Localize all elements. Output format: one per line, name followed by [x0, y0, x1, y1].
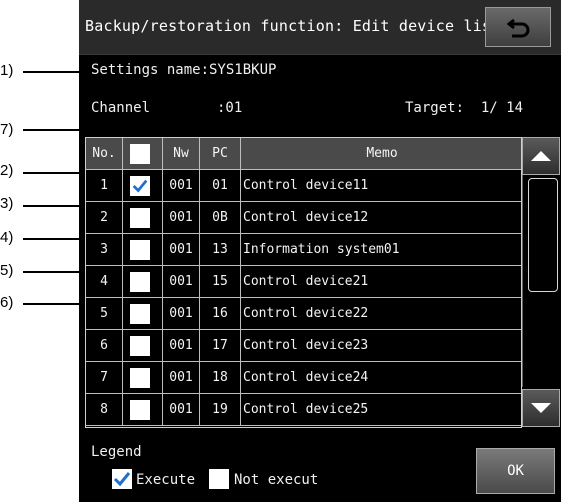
cell-no: 6 [86, 330, 123, 361]
cell-no: 8 [86, 394, 123, 425]
cell-nw: 001 [163, 202, 200, 233]
cell-pc: 01 [200, 170, 241, 201]
channel-label: Channel [91, 100, 151, 116]
device-table: No. Nw PC Memo 1 001 01 Control device11 2 00… [85, 137, 522, 428]
table-header: No. Nw PC Memo [86, 138, 521, 170]
callout-2: 2) [0, 162, 14, 179]
cell-select[interactable] [123, 234, 163, 265]
callout-7: 7) [0, 121, 14, 138]
check-icon [113, 472, 131, 487]
cell-select[interactable] [123, 330, 163, 361]
cell-select[interactable] [123, 170, 163, 201]
ok-button[interactable]: OK [476, 448, 555, 494]
check-icon [132, 179, 148, 193]
cell-memo: Control device11 [243, 178, 369, 193]
row-checkbox[interactable] [130, 240, 150, 260]
row-checkbox[interactable] [130, 368, 150, 388]
cell-nw: 001 [163, 170, 200, 201]
table-row[interactable]: 1 001 01 Control device11 [86, 170, 521, 202]
header-select-all[interactable] [123, 138, 163, 169]
settings-name: Settings name:SYS1BKUP [91, 62, 277, 78]
scroll-up-button[interactable] [522, 137, 560, 175]
cell-pc: 13 [200, 234, 241, 265]
cell-nw: 001 [163, 362, 200, 393]
cell-no: 5 [86, 298, 123, 329]
callout-4: 4) [0, 229, 14, 246]
header-no: No. [86, 138, 123, 169]
cell-nw: 001 [163, 394, 200, 425]
cell-nw: 001 [163, 330, 200, 361]
cell-select[interactable] [123, 298, 163, 329]
legend-not-execute-box [209, 469, 229, 489]
table-row[interactable]: 8 001 19 Control device25 [86, 394, 521, 426]
callout-5: 5) [0, 262, 14, 279]
table-row[interactable]: 7 001 18 Control device24 [86, 362, 521, 394]
cell-pc: 18 [200, 362, 241, 393]
scroll-down-button[interactable] [522, 389, 560, 427]
row-checkbox[interactable] [130, 336, 150, 356]
cell-nw: 001 [163, 298, 200, 329]
cell-memo: Control device23 [243, 338, 369, 353]
channel-value: :01 [217, 100, 243, 116]
cell-select[interactable] [123, 266, 163, 297]
cell-pc: 16 [200, 298, 241, 329]
table-row[interactable]: 3 001 13 Information system01 [86, 234, 521, 266]
cell-pc: 15 [200, 266, 241, 297]
screen-title: Backup/restoration function: Edit device… [85, 17, 501, 35]
scroll-thumb[interactable] [528, 178, 558, 292]
legend-title: Legend [91, 444, 142, 460]
cell-no: 1 [86, 170, 123, 201]
legend-execute-box [112, 469, 132, 489]
device-screen: Backup/restoration function: Edit device… [79, 0, 561, 502]
legend-execute-label: Execute [136, 472, 196, 488]
row-checkbox[interactable] [130, 272, 150, 292]
cell-pc: 0B [200, 202, 241, 233]
cell-select[interactable] [123, 394, 163, 425]
header-memo: Memo [366, 146, 398, 161]
cell-memo: Information system01 [243, 242, 400, 257]
row-checkbox[interactable] [130, 400, 150, 420]
triangle-up-icon [531, 151, 551, 161]
callout-6: 6) [0, 294, 14, 311]
cell-pc: 19 [200, 394, 241, 425]
cell-memo: Control device25 [243, 402, 369, 417]
cell-no: 4 [86, 266, 123, 297]
cell-nw: 001 [163, 234, 200, 265]
header-nw: Nw [163, 138, 200, 169]
target-count: Target: 1/ 14 [405, 100, 524, 116]
cell-no: 7 [86, 362, 123, 393]
cell-select[interactable] [123, 202, 163, 233]
row-checkbox[interactable] [130, 176, 150, 196]
cell-select[interactable] [123, 362, 163, 393]
back-button[interactable] [485, 7, 551, 47]
cell-nw: 001 [163, 266, 200, 297]
cell-pc: 17 [200, 330, 241, 361]
title-bar: Backup/restoration function: Edit device… [79, 0, 561, 55]
select-all-checkbox[interactable] [130, 144, 150, 164]
cell-no: 2 [86, 202, 123, 233]
legend-not-execute-label: Not execut [234, 472, 319, 488]
row-checkbox[interactable] [130, 304, 150, 324]
callout-1: 1) [0, 62, 14, 79]
cell-no: 3 [86, 234, 123, 265]
cell-memo: Control device21 [243, 274, 369, 289]
header-pc: PC [200, 138, 241, 169]
callout-3: 3) [0, 195, 14, 212]
return-arrow-icon [506, 18, 530, 38]
table-row[interactable]: 5 001 16 Control device22 [86, 298, 521, 330]
row-checkbox[interactable] [130, 208, 150, 228]
table-row[interactable]: 2 001 0B Control device12 [86, 202, 521, 234]
cell-memo: Control device24 [243, 370, 369, 385]
table-row[interactable]: 4 001 15 Control device21 [86, 266, 521, 298]
table-row[interactable]: 6 001 17 Control device23 [86, 330, 521, 362]
cell-memo: Control device22 [243, 306, 369, 321]
triangle-down-icon [531, 403, 551, 413]
cell-memo: Control device12 [243, 210, 369, 225]
